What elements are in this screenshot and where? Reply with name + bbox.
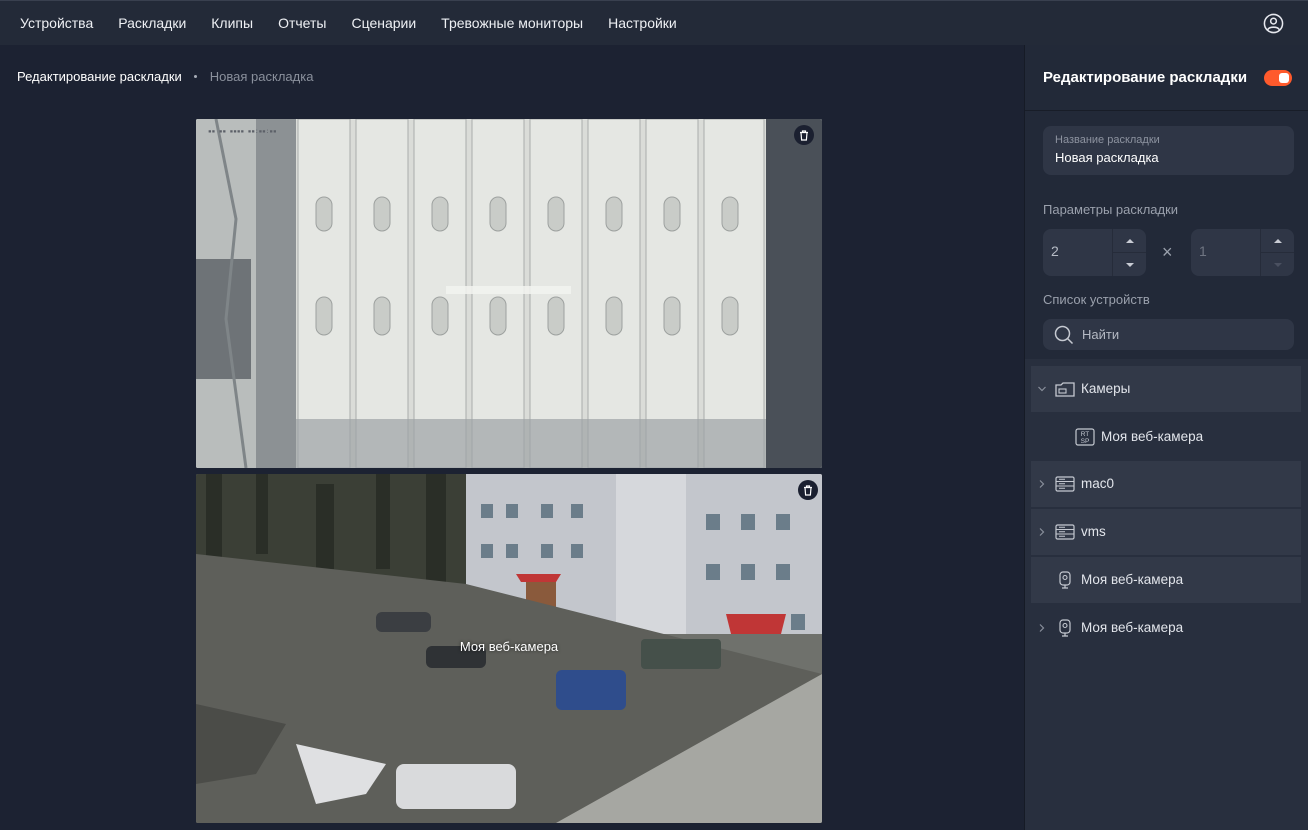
chevron-right-icon[interactable] [1037, 527, 1047, 537]
camera-timestamp-overlay: ▪▪ ▪▪ ▪▪▪▪ ▪▪:▪▪:▪▪ [208, 128, 277, 135]
caret-up-icon [1273, 238, 1282, 243]
search-icon [1054, 325, 1074, 344]
nav-item-settings[interactable]: Настройки [608, 15, 677, 31]
device-search-input[interactable]: Найти [1043, 319, 1294, 350]
folder-camera-icon [1055, 382, 1075, 397]
tree-item-rtsp-webcam[interactable]: RT SP Моя веб-камера [1031, 414, 1301, 460]
camera-tile-2[interactable]: Моя веб-камера [196, 474, 822, 823]
trash-icon [800, 129, 808, 141]
layout-name-field[interactable]: Название раскладки Новая раскладка [1043, 126, 1294, 175]
layout-name-value[interactable]: Новая раскладка [1055, 150, 1282, 165]
columns-stepper[interactable]: 1 [1191, 229, 1294, 276]
nav-item-scenarios[interactable]: Сценарии [351, 15, 416, 31]
server-icon [1055, 524, 1075, 540]
multiply-sign: × [1162, 242, 1173, 262]
breadcrumb-separator [193, 75, 197, 78]
panel-header: Редактирование раскладки [1025, 45, 1308, 111]
tree-item-label: Моя веб-камера [1081, 620, 1184, 635]
remove-tile-1-button[interactable] [794, 125, 814, 145]
tree-item-webcam-2[interactable]: Моя веб-камера [1031, 605, 1301, 651]
tree-item-mac0[interactable]: mac0 [1031, 461, 1301, 507]
columns-decrement-button[interactable] [1261, 252, 1294, 276]
caret-down-icon [1273, 262, 1282, 267]
nav-item-layouts[interactable]: Раскладки [118, 15, 186, 31]
caret-down-icon [1125, 262, 1134, 267]
tree-item-label: mac0 [1081, 476, 1115, 491]
chevron-right-icon[interactable] [1037, 479, 1047, 489]
caret-up-icon [1125, 238, 1134, 243]
layout-params-label: Параметры раскладки [1043, 202, 1179, 217]
top-navigation-bar: Устройства Раскладки Клипы Отчеты Сценар… [0, 0, 1308, 45]
columns-value[interactable]: 1 [1191, 229, 1260, 276]
main-menu: Устройства Раскладки Клипы Отчеты Сценар… [0, 1, 702, 45]
rows-decrement-button[interactable] [1113, 252, 1146, 276]
nav-item-devices[interactable]: Устройства [20, 15, 93, 31]
rows-stepper-buttons [1112, 229, 1146, 276]
rtsp-icon: RT SP [1075, 428, 1095, 446]
chevron-down-icon[interactable] [1037, 384, 1047, 394]
device-tree: Камеры RT SP Моя веб-камера mac0 vms Моя… [1025, 359, 1308, 830]
user-profile-icon[interactable] [1263, 13, 1284, 34]
search-placeholder: Найти [1082, 327, 1120, 342]
camera-tile-1[interactable]: ▪▪ ▪▪ ▪▪▪▪ ▪▪:▪▪:▪▪ [196, 119, 822, 468]
columns-stepper-buttons [1260, 229, 1294, 276]
breadcrumb: Редактирование раскладки Новая раскладка [17, 69, 313, 84]
server-icon [1055, 476, 1075, 492]
svg-text:SP: SP [1081, 438, 1090, 445]
chevron-right-icon[interactable] [1037, 623, 1047, 633]
camera-name-overlay: Моя веб-камера [459, 639, 559, 654]
layout-edit-panel: Редактирование раскладки Название раскла… [1024, 45, 1308, 830]
nav-item-reports[interactable]: Отчеты [278, 15, 326, 31]
panel-title: Редактирование раскладки [1043, 69, 1248, 86]
columns-increment-button[interactable] [1261, 229, 1294, 252]
tree-item-vms[interactable]: vms [1031, 509, 1301, 555]
remove-tile-2-button[interactable] [798, 480, 818, 500]
camera-feed-radiator [196, 119, 822, 468]
breadcrumb-current: Редактирование раскладки [17, 69, 182, 84]
tree-item-label: Моя веб-камера [1081, 572, 1184, 587]
tree-item-webcam[interactable]: Моя веб-камера [1031, 557, 1301, 603]
rows-value[interactable]: 2 [1043, 229, 1112, 276]
rows-increment-button[interactable] [1113, 229, 1146, 252]
breadcrumb-layout-name[interactable]: Новая раскладка [210, 69, 314, 84]
tree-item-label: vms [1081, 524, 1106, 539]
rows-stepper[interactable]: 2 [1043, 229, 1146, 276]
tree-item-label: Камеры [1081, 381, 1131, 396]
tree-item-label: Моя веб-камера [1101, 429, 1204, 444]
svg-text:RT: RT [1081, 431, 1090, 438]
nav-item-alarm-monitors[interactable]: Тревожные мониторы [441, 15, 583, 31]
webcam-icon [1059, 571, 1071, 589]
trash-icon [804, 484, 812, 496]
devices-list-label: Список устройств [1043, 292, 1150, 307]
nav-item-clips[interactable]: Клипы [211, 15, 253, 31]
webcam-icon [1059, 619, 1071, 637]
layout-name-label: Название раскладки [1055, 134, 1160, 146]
edit-mode-toggle[interactable] [1264, 70, 1292, 86]
tree-item-cameras[interactable]: Камеры [1031, 366, 1301, 412]
